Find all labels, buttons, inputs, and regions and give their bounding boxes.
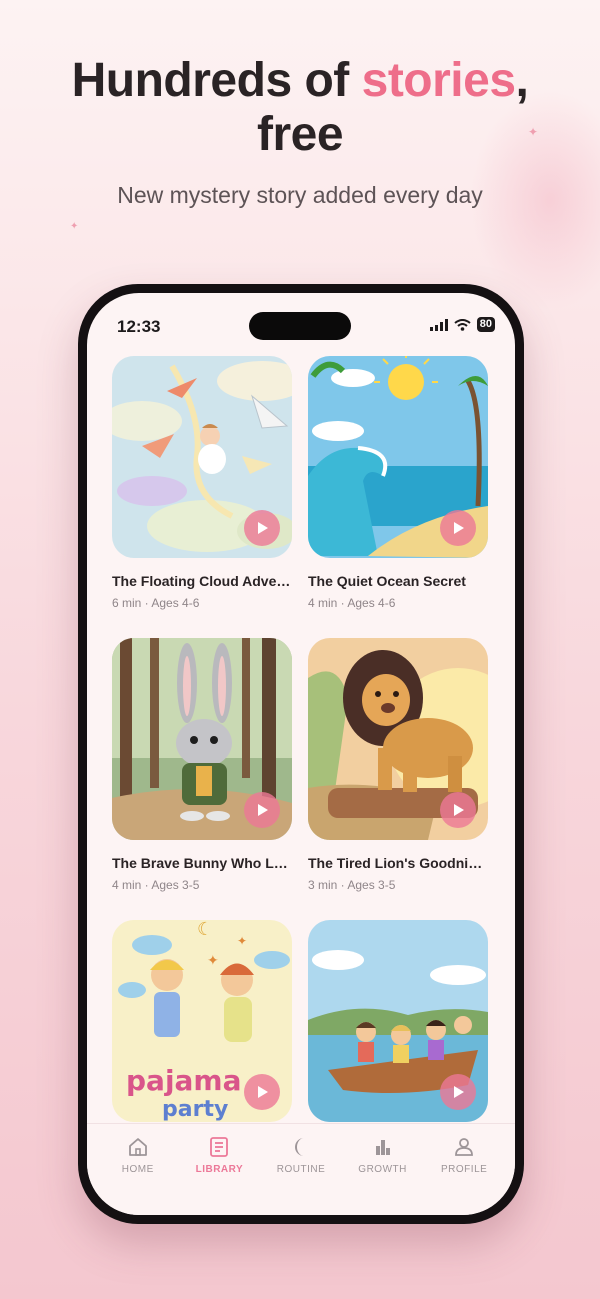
status-time: 12:33 <box>117 317 161 336</box>
story-thumbnail[interactable] <box>112 638 292 840</box>
tab-label: LIBRARY <box>195 1164 244 1175</box>
bottom-tab-bar: HOME LIBRARY ROUTINE GROWTH PROFILE <box>87 1123 515 1215</box>
status-icons: 80 <box>429 317 495 332</box>
story-card[interactable]: The Tired Lion's Goodnight 3 min · Ages … <box>308 638 488 892</box>
story-thumbnail[interactable] <box>112 356 292 558</box>
story-meta: 3 min · Ages 3-5 <box>308 878 396 892</box>
page-subheadline: New mystery story added every day <box>117 182 483 208</box>
tab-label: GROWTH <box>358 1164 407 1175</box>
story-thumbnail[interactable] <box>308 356 488 558</box>
play-icon <box>258 1086 268 1098</box>
play-icon <box>454 1086 464 1098</box>
story-card[interactable]: The Brave Bunny Who Le… 4 min · Ages 3-5 <box>112 638 292 892</box>
play-icon <box>258 522 268 534</box>
story-title: The Quiet Ocean Secret <box>308 573 466 589</box>
tab-home[interactable]: HOME <box>98 1124 178 1215</box>
dynamic-island <box>249 312 351 340</box>
story-thumbnail[interactable] <box>308 920 488 1122</box>
tab-routine[interactable]: ROUTINE <box>261 1124 341 1215</box>
tab-profile[interactable]: PROFILE <box>424 1124 504 1215</box>
headline-accent: stories <box>361 54 516 107</box>
play-icon <box>454 522 464 534</box>
story-title: The Brave Bunny Who Le… <box>112 855 292 871</box>
play-icon <box>258 804 268 816</box>
story-meta: 4 min · Ages 3-5 <box>112 878 200 892</box>
cellular-signal-icon <box>429 318 448 331</box>
party-art-text: party <box>162 1097 228 1122</box>
play-button[interactable] <box>244 510 280 546</box>
tab-growth[interactable]: GROWTH <box>343 1124 423 1215</box>
library-icon <box>210 1137 229 1157</box>
story-thumbnail[interactable] <box>308 638 488 840</box>
story-title: The Tired Lion's Goodnight <box>308 855 488 871</box>
tab-label: PROFILE <box>441 1164 488 1175</box>
svg-text:✦: ✦ <box>237 934 247 948</box>
play-button[interactable] <box>440 1074 476 1110</box>
pajama-art-text: pajama <box>126 1064 242 1097</box>
story-card[interactable]: The Quiet Ocean Secret 4 min · Ages 4-6 <box>308 356 488 610</box>
story-thumbnail[interactable]: ✦ ✦ ☾ pajama party <box>112 920 292 1122</box>
home-icon <box>128 1138 147 1156</box>
tab-label: HOME <box>121 1164 154 1175</box>
play-button[interactable] <box>440 792 476 828</box>
svg-text:☾: ☾ <box>197 920 213 939</box>
profile-icon <box>455 1138 474 1156</box>
tab-label: ROUTINE <box>276 1164 326 1175</box>
headline-line-2: free <box>256 108 344 161</box>
story-card[interactable] <box>308 920 488 1122</box>
page-headline: Hundreds of stories, free <box>0 54 600 162</box>
story-card[interactable]: The Floating Cloud Adve… 6 min · Ages 4-… <box>112 356 292 610</box>
story-card[interactable]: ✦ ✦ ☾ pajama party <box>112 920 292 1122</box>
sparkle-icon: ✦ <box>70 221 79 232</box>
wifi-icon <box>454 318 471 331</box>
story-title: The Floating Cloud Adve… <box>112 573 291 589</box>
play-button[interactable] <box>244 1074 280 1110</box>
phone-screen: The Floating Cloud Adve… 6 min · Ages 4-… <box>87 293 515 1215</box>
play-button[interactable] <box>244 792 280 828</box>
play-button[interactable] <box>440 510 476 546</box>
story-meta: 6 min · Ages 4-6 <box>112 596 200 610</box>
battery-indicator: 80 <box>476 317 495 332</box>
play-icon <box>454 804 464 816</box>
story-meta: 4 min · Ages 4-6 <box>308 596 396 610</box>
headline-part-2: , <box>515 54 529 107</box>
bar-chart-icon <box>375 1140 390 1155</box>
headline-part-1: Hundreds of <box>71 54 362 107</box>
story-grid: The Floating Cloud Adve… 6 min · Ages 4-… <box>87 293 515 1123</box>
svg-text:✦: ✦ <box>207 952 219 968</box>
moon-icon <box>294 1138 304 1156</box>
phone-frame: The Floating Cloud Adve… 6 min · Ages 4-… <box>78 284 524 1224</box>
tab-library[interactable]: LIBRARY <box>179 1124 259 1215</box>
